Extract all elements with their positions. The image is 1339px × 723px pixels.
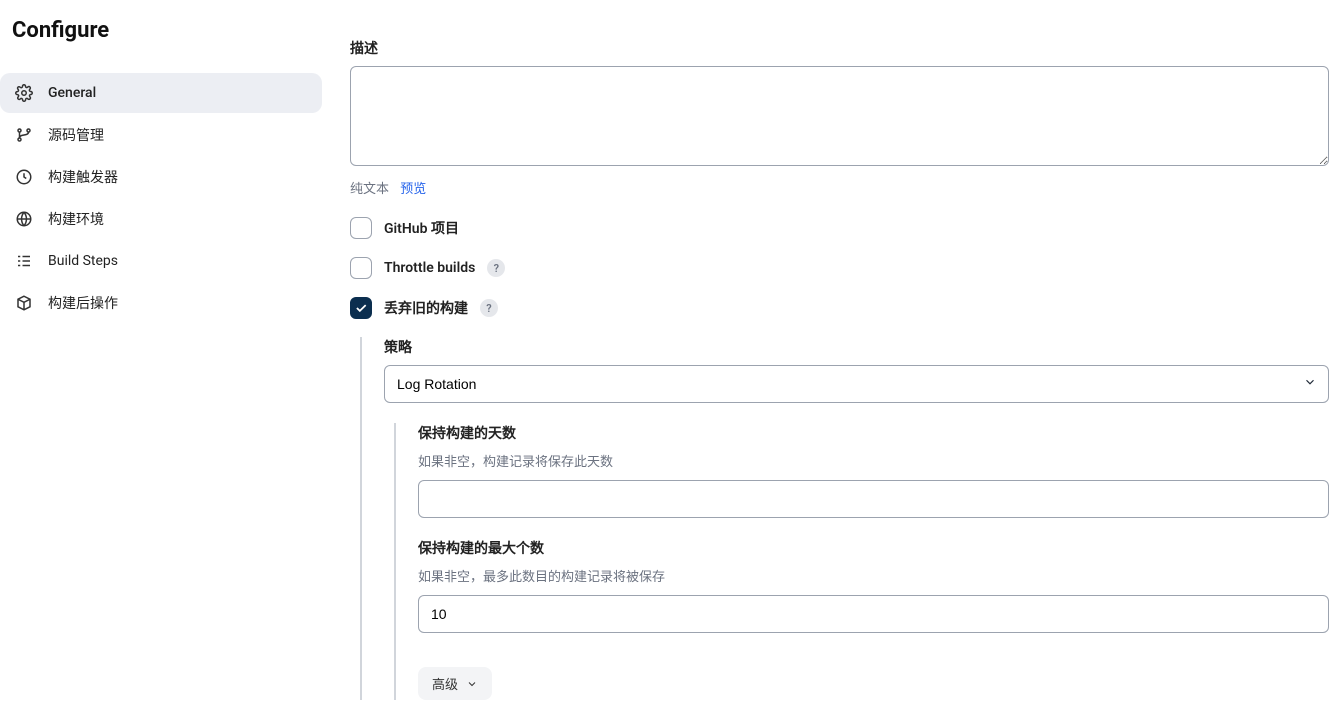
clock-icon	[14, 167, 34, 187]
sidebar-item-label: Build Steps	[48, 253, 118, 269]
sidebar-item-label: 构建触发器	[48, 167, 118, 187]
throttle-builds-checkbox[interactable]	[350, 257, 372, 279]
strategy-label: 策略	[384, 337, 1329, 357]
throttle-help-icon[interactable]: ?	[487, 259, 505, 277]
chevron-down-icon	[466, 678, 478, 690]
page-title: Configure	[0, 18, 330, 71]
keep-max-help: 如果非空，最多此数目的构建记录将被保存	[418, 566, 1329, 585]
discard-old-builds-label: 丢弃旧的构建	[384, 298, 468, 318]
advanced-button[interactable]: 高级	[418, 667, 492, 700]
globe-icon	[14, 209, 34, 229]
main-content: 描述 纯文本 预览 GitHub 项目 Throttle builds ? 丢弃…	[330, 0, 1339, 723]
strategy-select[interactable]: Log Rotation	[384, 365, 1329, 403]
keep-days-input[interactable]	[418, 480, 1329, 518]
editor-mode-preview-link[interactable]: 预览	[400, 182, 426, 197]
sidebar: Configure General 源码管理 构建触发器 构建环境	[0, 0, 330, 723]
github-project-checkbox[interactable]	[350, 217, 372, 239]
sidebar-item-triggers[interactable]: 构建触发器	[0, 157, 322, 197]
sidebar-item-build-steps[interactable]: Build Steps	[0, 241, 322, 281]
sidebar-item-label: 构建环境	[48, 209, 104, 229]
log-rotation-section: 保持构建的天数 如果非空，构建记录将保存此天数 保持构建的最大个数 如果非空，最…	[394, 423, 1329, 700]
discard-section: 策略 Log Rotation 保持构建的天数 如果非空，构建记录将保存此天数	[360, 337, 1329, 700]
box-icon	[14, 293, 34, 313]
description-label: 描述	[350, 38, 1329, 58]
keep-max-label: 保持构建的最大个数	[418, 538, 1329, 558]
gear-icon	[14, 83, 34, 103]
sidebar-item-environment[interactable]: 构建环境	[0, 199, 322, 239]
keep-days-help: 如果非空，构建记录将保存此天数	[418, 451, 1329, 470]
description-textarea[interactable]	[350, 66, 1329, 166]
sidebar-item-general[interactable]: General	[0, 73, 322, 113]
sidebar-item-post-build[interactable]: 构建后操作	[0, 283, 322, 323]
steps-icon	[14, 251, 34, 271]
branch-icon	[14, 125, 34, 145]
sidebar-item-label: 构建后操作	[48, 293, 118, 313]
editor-mode-plain: 纯文本	[350, 182, 389, 197]
discard-old-builds-checkbox[interactable]	[350, 297, 372, 319]
advanced-label: 高级	[432, 674, 458, 693]
sidebar-item-scm[interactable]: 源码管理	[0, 115, 322, 155]
github-project-label: GitHub 项目	[384, 218, 459, 238]
keep-max-input[interactable]	[418, 595, 1329, 633]
sidebar-item-label: General	[48, 85, 96, 101]
discard-help-icon[interactable]: ?	[480, 299, 498, 317]
sidebar-item-label: 源码管理	[48, 125, 104, 145]
keep-days-label: 保持构建的天数	[418, 423, 1329, 443]
throttle-builds-label: Throttle builds	[384, 260, 475, 276]
